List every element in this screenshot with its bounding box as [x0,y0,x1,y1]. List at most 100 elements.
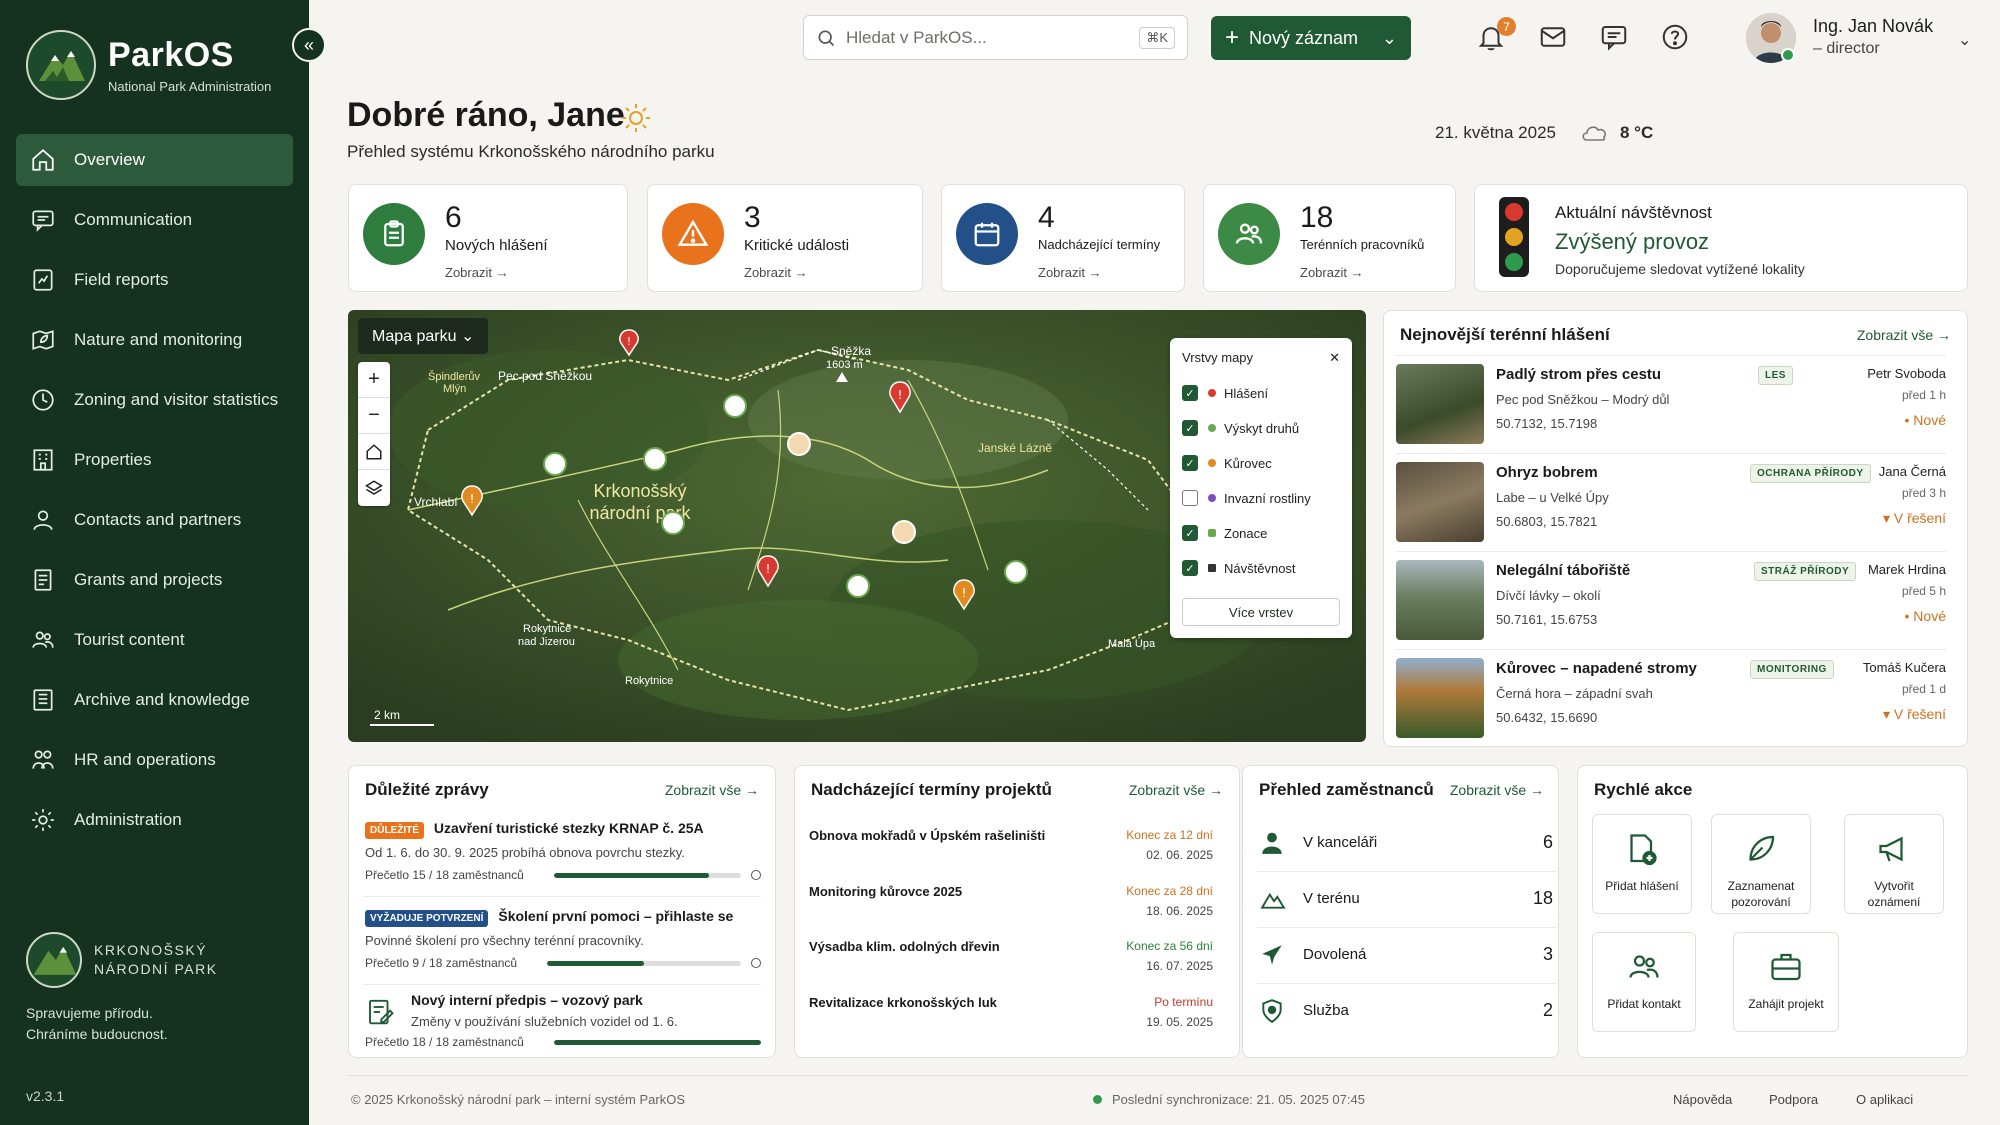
sidebar-item-archive[interactable]: Archive and knowledge [16,674,293,726]
news-item[interactable]: Nový interní předpis – vozový park Změny… [365,992,761,1049]
checkbox[interactable] [1182,490,1198,506]
zoom-out-button[interactable]: − [358,398,390,434]
employee-row[interactable]: V terénu 18 [1257,872,1557,928]
add-report-button[interactable]: Přidat hlášení [1592,814,1692,914]
help-link[interactable]: Nápověda [1673,1092,1732,1107]
checkbox[interactable]: ✓ [1182,385,1198,401]
create-announcement-button[interactable]: Vytvořit oznámení [1844,814,1944,914]
sidebar-item-field-reports[interactable]: Field reports [16,254,293,306]
species-paw-pin[interactable] [643,447,667,471]
checkbox[interactable]: ✓ [1182,455,1198,471]
term-row[interactable]: Výsadba klim. odolných dřevin Konec za 5… [809,929,1213,985]
start-project-button[interactable]: Zahájit projekt [1733,932,1839,1032]
report-title: Kůrovec – napadené stromy [1496,660,1697,677]
employee-row[interactable]: V kanceláři 6 [1257,816,1557,872]
term-date: 16. 07. 2025 [1146,959,1213,973]
layer-toggle[interactable]: ✓ Návštěvnost [1182,560,1340,576]
reports-view-all-link[interactable]: Zobrazit vše → [1857,327,1951,343]
about-link[interactable]: O aplikaci [1856,1092,1913,1107]
news-item[interactable]: DŮLEŽITÉ Uzavření turistické stezky KRNAP… [365,820,761,882]
sidebar-item-administration[interactable]: Administration [16,794,293,846]
support-link[interactable]: Podpora [1769,1092,1818,1107]
term-remaining: Konec za 28 dní [1126,884,1213,898]
checkbox[interactable]: ✓ [1182,420,1198,436]
report-row[interactable]: Ohryz bobrem OCHRANA PŘÍRODY Labe – u Ve… [1396,453,1946,543]
sidebar-item-contacts[interactable]: Contacts and partners [16,494,293,546]
search-input[interactable]: Hledat v ParkOS... ⌘K [803,15,1188,60]
collapse-sidebar-button[interactable]: « [292,28,326,62]
add-contact-button[interactable]: Přidat kontakt [1592,932,1696,1032]
sidebar-item-properties[interactable]: Properties [16,434,293,486]
species-paw-pin[interactable] [661,511,685,535]
map-title-dropdown[interactable]: Mapa parku ⌄ [358,318,489,354]
traffic-card[interactable]: Aktuální návštěvnost Zvýšený provoz Dopo… [1474,184,1968,292]
stat-card-critical-events[interactable]: 3 Kritické události Zobrazit → [647,184,923,292]
sidebar-item-grants[interactable]: Grants and projects [16,554,293,606]
stat-link[interactable]: Zobrazit → [445,265,509,280]
visitor-pin[interactable] [787,432,811,456]
employees-view-all-link[interactable]: Zobrazit vše → [1450,782,1544,798]
stat-link[interactable]: Zobrazit → [1300,265,1364,280]
report-row[interactable]: Padlý strom přes cestu LES Pec pod Sněžk… [1396,355,1946,445]
species-paw-pin[interactable] [846,574,870,598]
park-map[interactable]: Špindlerův Mlýn Pec pod Sněžkou Sněžka 1… [348,310,1366,742]
record-observation-button[interactable]: Zaznamenat pozorování [1711,814,1811,914]
user-name[interactable]: Ing. Jan Novák [1813,16,1933,37]
visitor-pin[interactable] [892,520,916,544]
employee-row[interactable]: Služba 2 [1257,984,1557,1040]
chat-icon[interactable] [1599,22,1629,52]
species-paw-pin[interactable] [723,394,747,418]
plus-icon: + [1225,24,1240,51]
term-row[interactable]: Obnova mokřadů v Úpském rašeliništi Kone… [809,818,1213,874]
stat-link[interactable]: Zobrazit → [1038,265,1102,280]
layers-button[interactable] [358,470,390,506]
help-icon[interactable] [1660,22,1690,52]
leaf-pin[interactable] [1004,560,1028,584]
checkbox[interactable]: ✓ [1182,525,1198,541]
sidebar-item-nature[interactable]: Nature and monitoring [16,314,293,366]
sidebar-item-overview[interactable]: Overview [16,134,293,186]
user-menu-chevron-icon[interactable]: ⌄ [1958,30,1971,50]
term-row[interactable]: Revitalizace krkonošských luk Po termínu… [809,985,1213,1041]
employee-count: 2 [1542,1000,1553,1020]
mail-icon[interactable] [1538,22,1568,52]
checkbox[interactable]: ✓ [1182,560,1198,576]
svg-text:!: ! [470,492,475,506]
more-layers-button[interactable]: Více vrstev [1182,598,1340,626]
news-item[interactable]: VYŽADUJE POTVRZENÍ Školení první pomoci –… [365,908,761,970]
zoom-in-button[interactable]: + [358,362,390,398]
layers-icon [365,480,383,495]
stat-card-field-workers[interactable]: 18 Terénních pracovníků Zobrazit → [1203,184,1456,292]
close-icon[interactable]: ✕ [1329,350,1340,366]
new-record-button[interactable]: + Nový záznam ⌄ [1211,16,1411,60]
news-view-all-link[interactable]: Zobrazit vše → [665,782,759,798]
layer-toggle[interactable]: ✓ Hlášení [1182,385,1340,401]
employee-row[interactable]: Dovolená 3 [1257,928,1557,984]
report-time: před 5 h [1901,584,1946,598]
sidebar-item-communication[interactable]: Communication [16,194,293,246]
brand-line-1: KRKONOŠSKÝ [94,942,208,958]
species-paw-pin[interactable] [543,452,567,476]
stat-link[interactable]: Zobrazit → [744,265,808,280]
layer-toggle[interactable]: ✓ Zonace [1182,525,1340,541]
news-read-count: Přečetlo 9 / 18 zaměstnanců [365,956,518,970]
terms-view-all-link[interactable]: Zobrazit vše → [1129,782,1223,798]
quick-action-label-2: oznámení [1867,895,1921,909]
stat-card-upcoming-terms[interactable]: 4 Nadcházející termíny Zobrazit → [941,184,1185,292]
home-view-button[interactable] [358,434,390,470]
layer-toggle[interactable]: ✓ Kůrovec [1182,455,1340,471]
stat-card-new-reports[interactable]: 6 Nových hlášení Zobrazit → [348,184,628,292]
report-row[interactable]: Nelegální tábořiště STRÁŽ PŘÍRODY Dívčí … [1396,551,1946,641]
sidebar-item-zoning[interactable]: Zoning and visitor statistics [16,374,293,426]
app-logo[interactable]: ParkOS National Park Administration [26,30,271,100]
report-row[interactable]: Kůrovec – napadené stromy MONITORING Čer… [1396,649,1946,739]
layer-toggle[interactable]: Invazní rostliny [1182,490,1340,506]
layer-toggle[interactable]: ✓ Výskyt druhů [1182,420,1340,436]
news-item-title: Školení první pomoci – přihlaste se [498,908,734,924]
sidebar-item-tourist[interactable]: Tourist content [16,614,293,666]
team-icon [32,750,54,769]
report-gps: 50.7132, 15.7198 [1496,416,1598,431]
sidebar-item-hr[interactable]: HR and operations [16,734,293,786]
term-row[interactable]: Monitoring kůrovce 2025 Konec za 28 dní … [809,874,1213,930]
report-photo [1396,462,1484,542]
